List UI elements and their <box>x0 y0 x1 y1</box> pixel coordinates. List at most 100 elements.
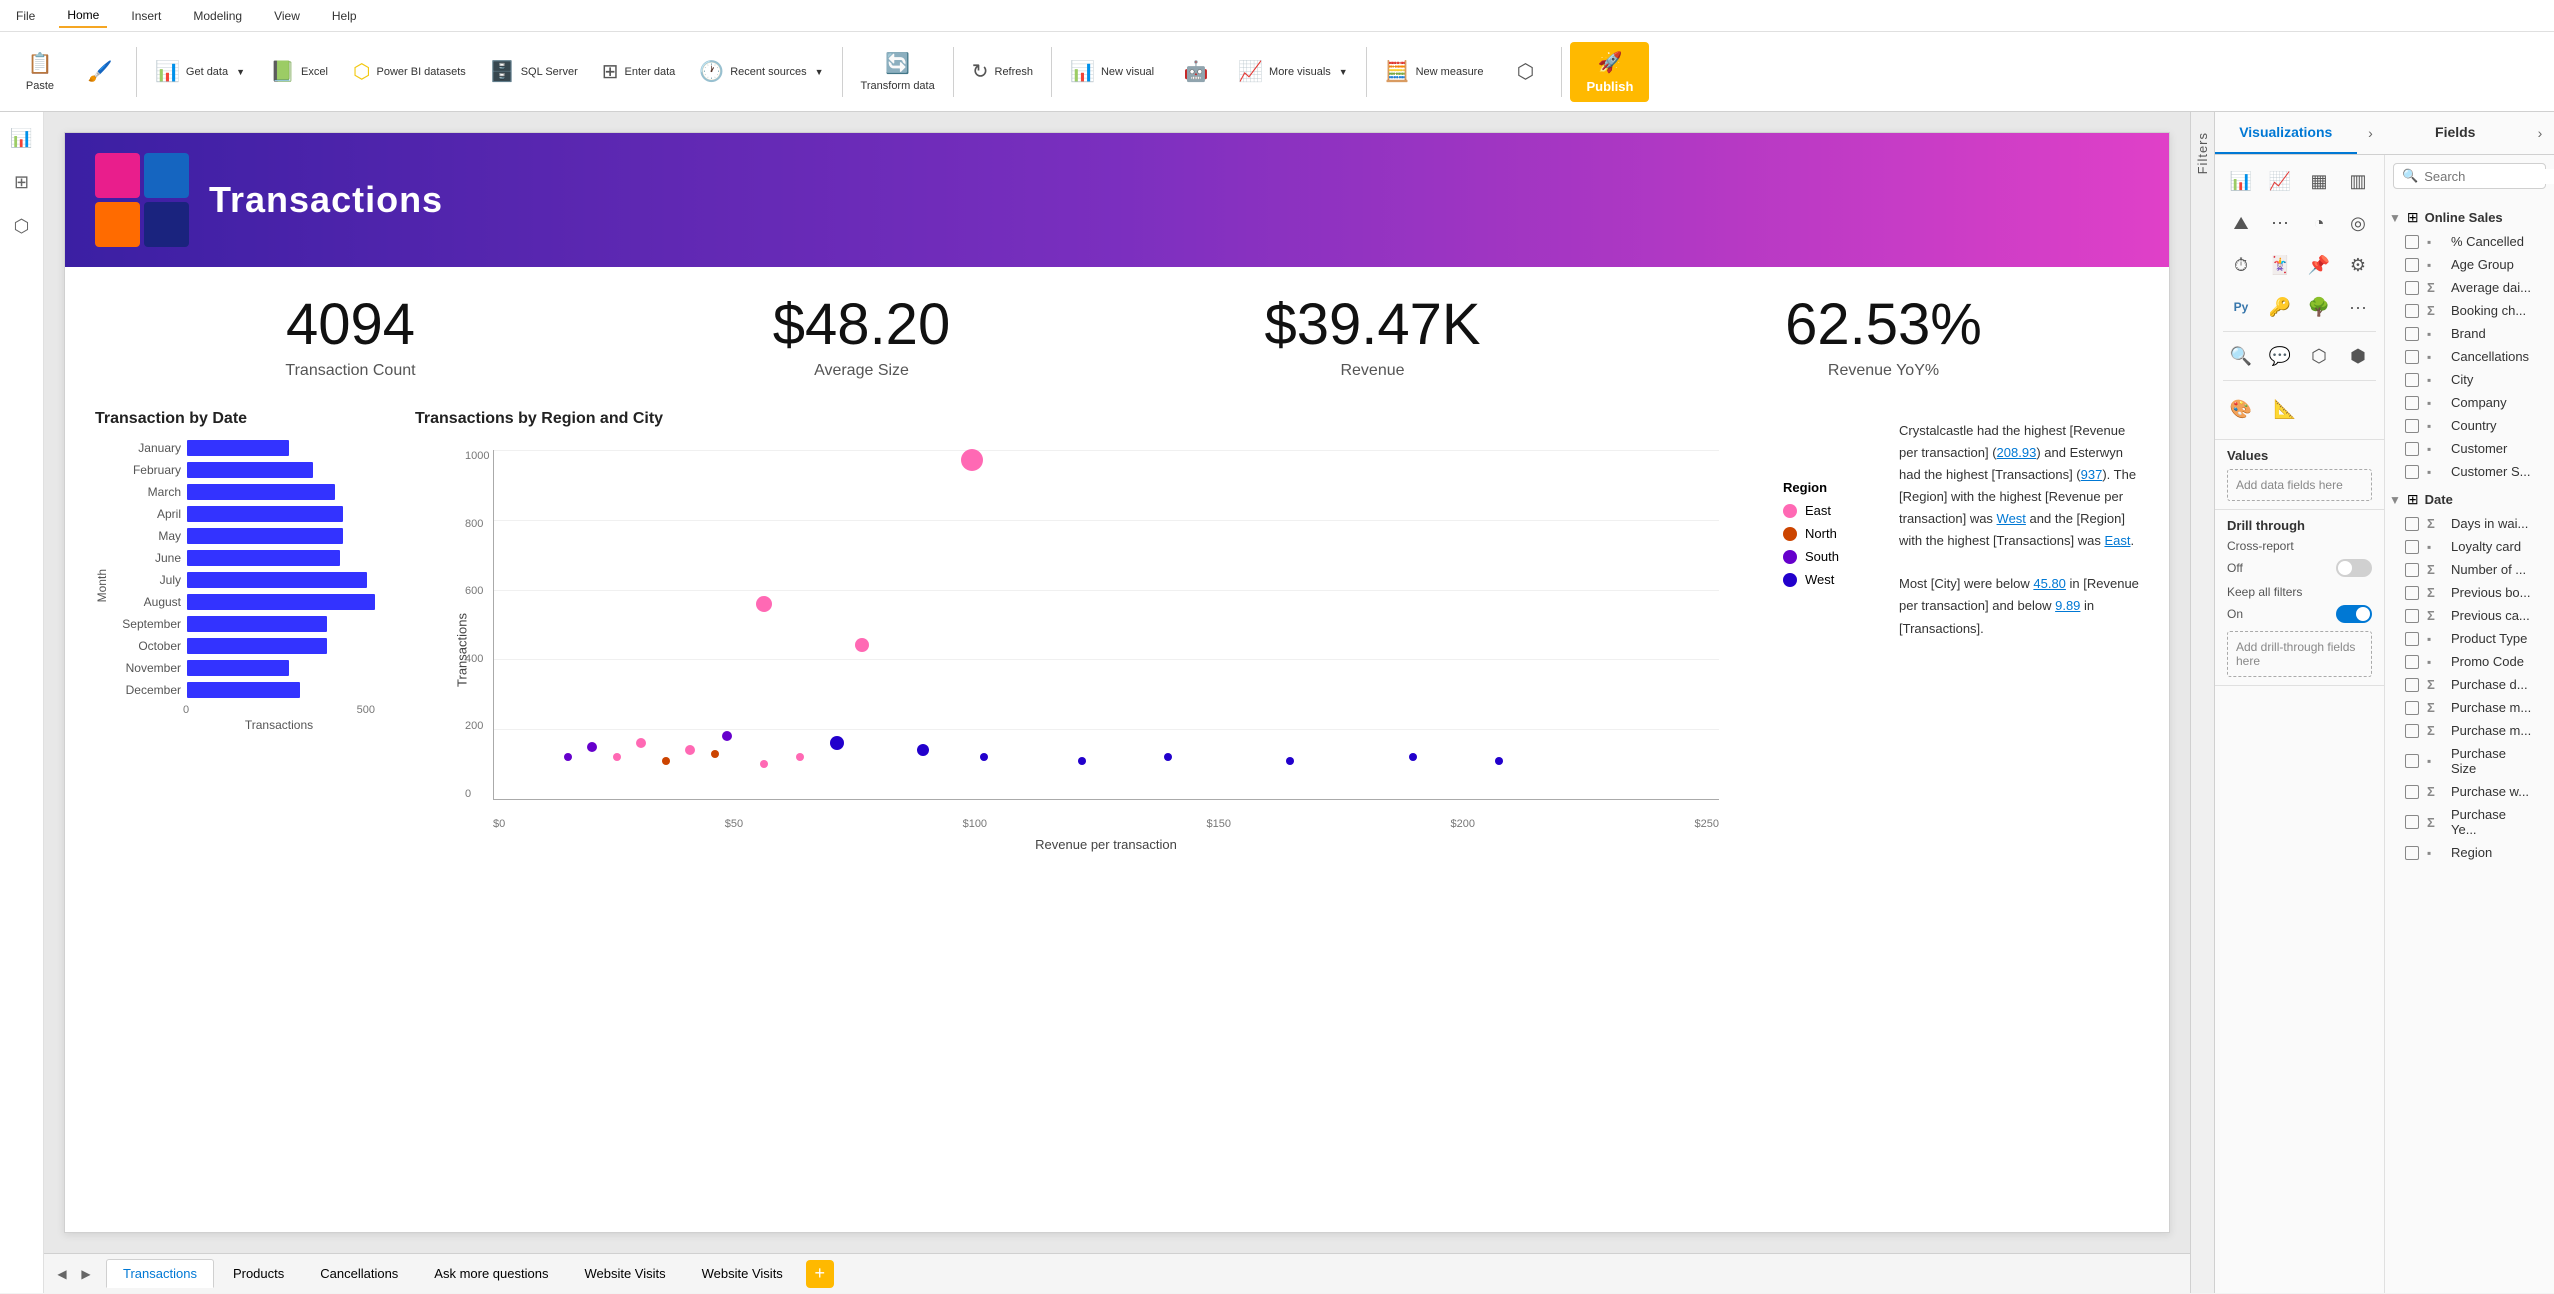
table-view-icon[interactable]: ⊞ <box>4 164 40 200</box>
field-item-13[interactable]: ▪ Region <box>2385 841 2554 864</box>
fields-collapse-btn[interactable]: › <box>2526 112 2554 154</box>
tab-website-visits-2[interactable]: Website Visits <box>685 1259 800 1288</box>
get-data-button[interactable]: 📊 Get data ▼ <box>145 53 255 90</box>
viz-stacked-bar-icon[interactable]: ▦ <box>2301 163 2337 199</box>
field-item-2[interactable]: Σ Number of ... <box>2385 558 2554 581</box>
title-file[interactable]: File <box>8 5 43 27</box>
x-axis-label: Revenue per transaction <box>493 837 1719 852</box>
insight-link-east[interactable]: East <box>2104 533 2130 548</box>
insight-link-937[interactable]: 937 <box>2081 467 2103 482</box>
viz-panel-tab[interactable]: Visualizations <box>2215 112 2357 154</box>
field-item-0[interactable]: Σ Days in wai... <box>2385 512 2554 535</box>
title-insert[interactable]: Insert <box>123 5 169 27</box>
viz-bar-chart-icon[interactable]: 📊 <box>2223 163 2259 199</box>
filters-panel[interactable]: Filters <box>2190 112 2214 1293</box>
model-view-icon[interactable]: ⬡ <box>4 208 40 244</box>
insight-link-989[interactable]: 9.89 <box>2055 598 2080 613</box>
viz-custom2-icon[interactable]: ⬢ <box>2340 338 2376 374</box>
report-view-icon[interactable]: 📊 <box>4 120 40 156</box>
field-item-1[interactable]: ▪ Loyalty card <box>2385 535 2554 558</box>
title-home[interactable]: Home <box>59 4 107 28</box>
tab-next-btn[interactable]: ▶ <box>76 1264 96 1284</box>
title-help[interactable]: Help <box>324 5 365 27</box>
viz-qa-icon[interactable]: 💬 <box>2262 338 2298 374</box>
field-item-8[interactable]: ▪ Country <box>2385 414 2554 437</box>
fields-section-header-1[interactable]: ▼ ⊞ Date <box>2385 487 2554 512</box>
viz-format-tool[interactable]: 🎨 <box>2223 391 2259 427</box>
search-input[interactable] <box>2424 169 2554 184</box>
title-view[interactable]: View <box>266 5 308 27</box>
viz-donut-icon[interactable]: ◎ <box>2340 205 2376 241</box>
viz-gauge-icon[interactable]: ⏱ <box>2223 247 2259 283</box>
field-item-5[interactable]: ▪ Product Type <box>2385 627 2554 650</box>
publish-button[interactable]: 🚀 Publish <box>1570 42 1649 102</box>
viz-area-chart-icon[interactable]: ⛰ <box>2223 205 2259 241</box>
field-item-4[interactable]: ▪ Brand <box>2385 322 2554 345</box>
viz-scatter-icon[interactable]: ⋯ <box>2262 205 2298 241</box>
tab-transactions[interactable]: Transactions <box>106 1259 214 1288</box>
fields-section-header-0[interactable]: ▼ ⊞ Online Sales <box>2385 205 2554 230</box>
power-bi-datasets-button[interactable]: ⬡ Power BI datasets <box>343 53 476 90</box>
field-item-3[interactable]: Σ Booking ch... <box>2385 299 2554 322</box>
field-item-5[interactable]: ▪ Cancellations <box>2385 345 2554 368</box>
viz-pie-chart-icon[interactable]: ◔ <box>2301 205 2337 241</box>
viz-key-influencers-icon[interactable]: 🔑 <box>2262 289 2298 325</box>
tab-add-button[interactable]: + <box>806 1260 834 1288</box>
viz-collapse-btn[interactable]: › <box>2357 112 2385 154</box>
tab-prev-btn[interactable]: ◀ <box>52 1264 72 1284</box>
viz-card-icon[interactable]: 🃏 <box>2262 247 2298 283</box>
add-drill-fields-box[interactable]: Add drill-through fields here <box>2227 631 2372 677</box>
keep-all-toggle[interactable] <box>2336 605 2372 623</box>
viz-ai-icon[interactable]: 🔍 <box>2223 338 2259 374</box>
cross-report-toggle[interactable] <box>2336 559 2372 577</box>
ai-button[interactable]: 🤖 <box>1168 53 1224 90</box>
viz-more-icon[interactable]: ··· <box>2340 289 2376 325</box>
field-item-7[interactable]: ▪ Company <box>2385 391 2554 414</box>
paste-button[interactable]: 📋 Paste <box>12 45 68 98</box>
tab-cancellations[interactable]: Cancellations <box>303 1259 415 1288</box>
field-item-9[interactable]: ▪ Customer <box>2385 437 2554 460</box>
new-visual-button[interactable]: 📊 New visual <box>1060 53 1164 90</box>
more-visuals-button[interactable]: 📈 More visuals ▼ <box>1228 53 1358 90</box>
insight-link-208[interactable]: 208.93 <box>1997 445 2037 460</box>
viz-slicer-icon[interactable]: ⚙ <box>2340 247 2376 283</box>
enter-data-button[interactable]: ⊞ Enter data <box>592 53 686 90</box>
field-item-10[interactable]: ▪ Customer S... <box>2385 460 2554 483</box>
field-item-2[interactable]: Σ Average dai... <box>2385 276 2554 299</box>
viz-custom1-icon[interactable]: ⬡ <box>2301 338 2337 374</box>
tab-ask-more[interactable]: Ask more questions <box>417 1259 565 1288</box>
transform-button[interactable]: 🔄 Transform data <box>851 45 945 98</box>
refresh-button[interactable]: ↻ Refresh <box>962 53 1043 90</box>
new-measure-button[interactable]: 🧮 New measure <box>1375 53 1494 90</box>
recent-sources-button[interactable]: 🕐 Recent sources ▼ <box>689 53 833 90</box>
insight-link-west[interactable]: West <box>1997 511 2026 526</box>
field-item-6[interactable]: ▪ City <box>2385 368 2554 391</box>
field-item-10[interactable]: ▪ Purchase Size <box>2385 742 2554 780</box>
field-item-0[interactable]: ▪ % Cancelled <box>2385 230 2554 253</box>
tab-website-visits-1[interactable]: Website Visits <box>567 1259 682 1288</box>
field-item-12[interactable]: Σ Purchase Ye... <box>2385 803 2554 841</box>
field-item-7[interactable]: Σ Purchase d... <box>2385 673 2554 696</box>
viz-kpi-icon[interactable]: 📌 <box>2301 247 2337 283</box>
viz-analytics-tool[interactable]: 📐 <box>2267 391 2303 427</box>
title-modeling[interactable]: Modeling <box>185 5 250 27</box>
viz-stacked-column-icon[interactable]: ▥ <box>2340 163 2376 199</box>
format-painter-button[interactable]: 🖌️ <box>72 53 128 90</box>
field-item-11[interactable]: Σ Purchase w... <box>2385 780 2554 803</box>
field-item-6[interactable]: ▪ Promo Code <box>2385 650 2554 673</box>
field-item-4[interactable]: Σ Previous ca... <box>2385 604 2554 627</box>
excel-button[interactable]: 📗 Excel <box>259 53 339 90</box>
field-item-8[interactable]: Σ Purchase m... <box>2385 696 2554 719</box>
insight-link-4580[interactable]: 45.80 <box>2033 576 2066 591</box>
field-item-9[interactable]: Σ Purchase m... <box>2385 719 2554 742</box>
sql-server-button[interactable]: 🗄️ SQL Server <box>480 53 588 90</box>
field-item-3[interactable]: Σ Previous bo... <box>2385 581 2554 604</box>
add-fields-box[interactable]: Add data fields here <box>2227 469 2372 501</box>
measure-options-button[interactable]: ⬡ <box>1497 53 1553 90</box>
tab-products[interactable]: Products <box>216 1259 301 1288</box>
fields-panel-tab[interactable]: Fields <box>2385 112 2527 154</box>
viz-decomp-icon[interactable]: 🌳 <box>2301 289 2337 325</box>
viz-python-icon[interactable]: Py <box>2223 289 2259 325</box>
viz-column-chart-icon[interactable]: 📈 <box>2262 163 2298 199</box>
field-item-1[interactable]: ▪ Age Group <box>2385 253 2554 276</box>
